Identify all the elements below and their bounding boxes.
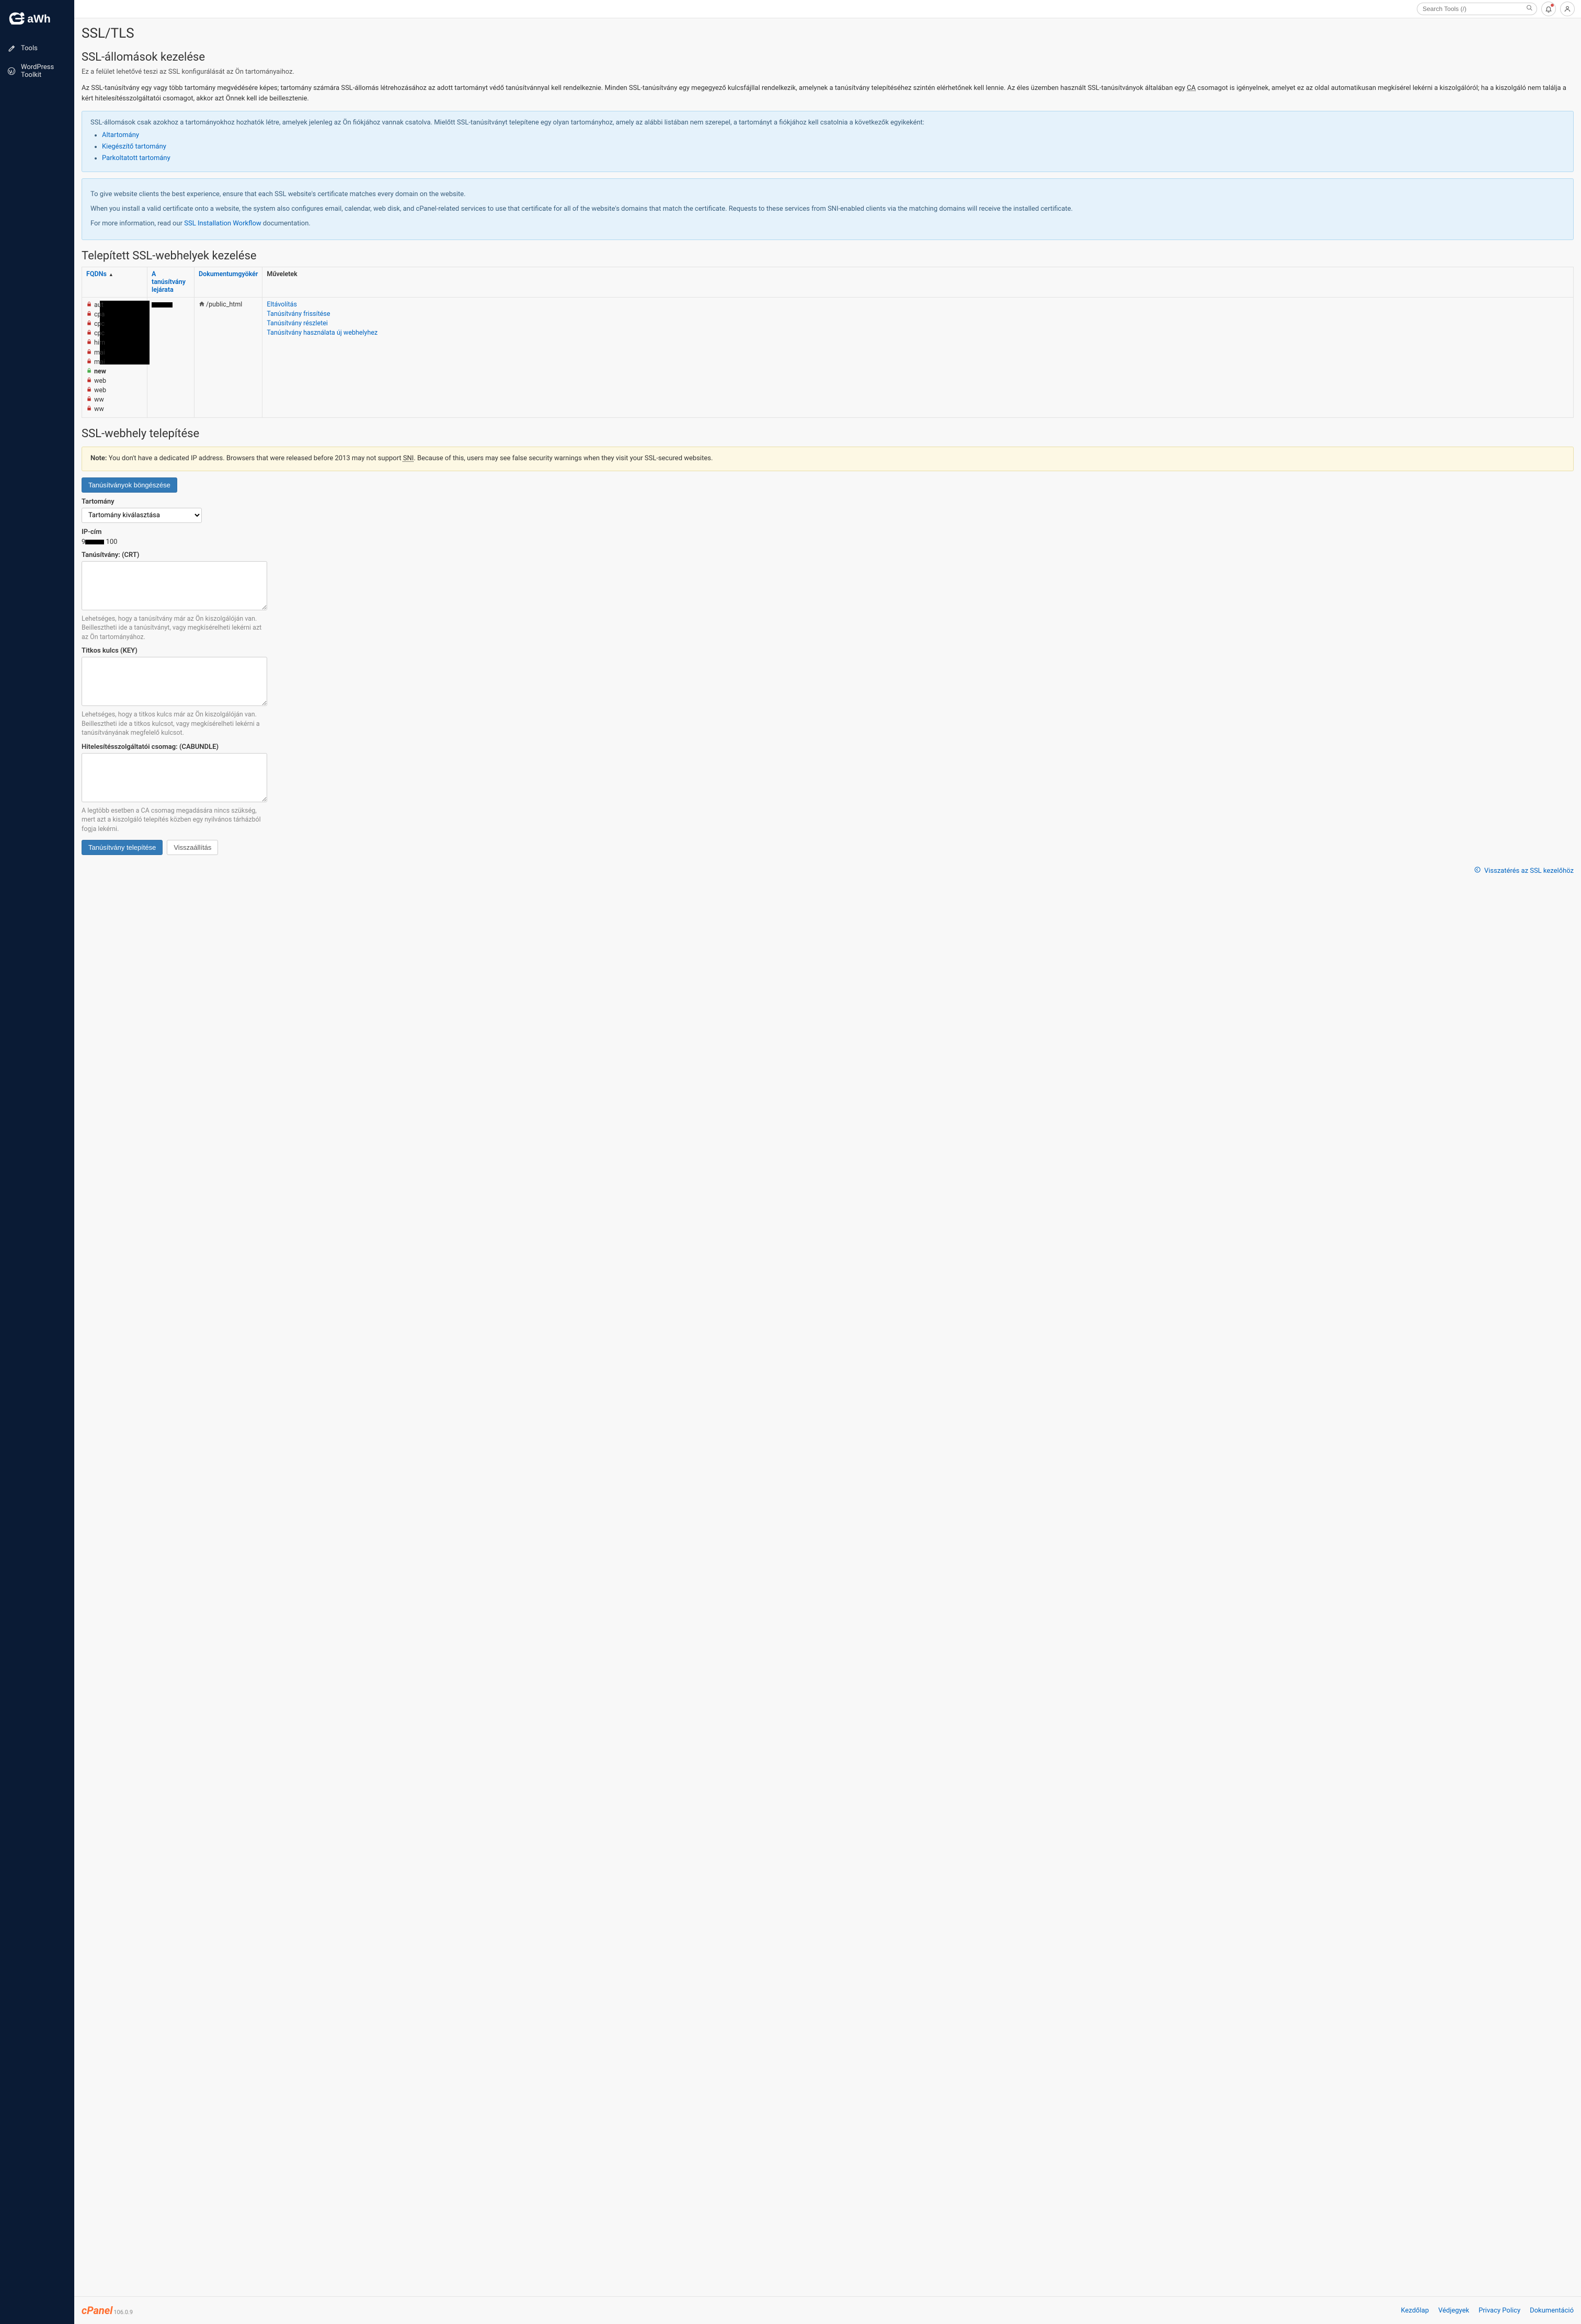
reset-button[interactable]: Visszaállítás <box>167 840 218 855</box>
fqdn-entry: web <box>86 377 143 386</box>
sidebar-item-label: WordPress Toolkit <box>21 63 67 79</box>
notification-dot <box>1551 4 1554 7</box>
col-expiry[interactable]: A tanúsítvány lejárata <box>147 267 194 297</box>
lock-icon <box>86 310 92 320</box>
search-icon[interactable] <box>1526 5 1533 14</box>
key-help: Lehetséges, hogy a titkos kulcs már az Ö… <box>82 710 270 738</box>
manage-description: Ez a felület lehetővé teszi az SSL konfi… <box>82 68 1574 76</box>
sidebar-item-label: Tools <box>21 44 38 52</box>
ca-abbr: CA <box>1187 84 1196 92</box>
fqdn-entry: mai <box>86 348 143 358</box>
cabundle-textarea[interactable] <box>82 753 267 802</box>
footer-link-trademarks[interactable]: Védjegyek <box>1438 2307 1469 2315</box>
footer-link-privacy[interactable]: Privacy Policy <box>1479 2307 1520 2315</box>
domain-label: Tartomány <box>82 498 1574 506</box>
ssl-workflow-link[interactable]: SSL Installation Workflow <box>184 220 261 227</box>
lock-icon <box>86 386 92 395</box>
cabundle-label: Hitelesítésszolgáltatói csomag: (CABUNDL… <box>82 743 1574 751</box>
topbar <box>74 0 1581 18</box>
brand-logo: aWh <box>0 0 74 39</box>
footer-link-home[interactable]: Kezdőlap <box>1401 2307 1429 2315</box>
sidebar: aWh Tools WordPress Toolkit <box>0 0 74 2324</box>
fqdn-entry: cpc <box>86 329 143 338</box>
info-alert-workflow: To give website clients the best experie… <box>82 178 1574 240</box>
sidebar-item-wordpress[interactable]: WordPress Toolkit <box>0 58 74 84</box>
sidebar-item-tools[interactable]: Tools <box>0 39 74 58</box>
svg-text:aWh: aWh <box>27 13 50 25</box>
fqdn-entry: cpc <box>86 320 143 329</box>
tools-icon <box>7 44 16 53</box>
sni-warning: Note: You don't have a dedicated IP addr… <box>82 447 1574 471</box>
col-fqdn[interactable]: FQDNs▲ <box>82 267 147 297</box>
lock-icon <box>86 358 92 367</box>
search-wrap <box>1417 3 1537 15</box>
action-update-cert[interactable]: Tanúsítvány frissítése <box>267 310 1569 318</box>
user-icon <box>1564 5 1571 13</box>
install-cert-button[interactable]: Tanúsítvány telepítése <box>82 840 163 855</box>
lock-icon <box>86 301 92 310</box>
fqdn-entry: aut <box>86 301 143 310</box>
col-actions: Műveletek <box>262 267 1574 297</box>
fqdn-entry: ww <box>86 395 143 405</box>
home-icon <box>199 301 205 307</box>
user-menu-button[interactable] <box>1560 2 1575 16</box>
browse-certificates-button[interactable]: Tanúsítványok böngészése <box>82 477 177 493</box>
action-use-cert-new-site[interactable]: Tanúsítvány használata új webhelyhez <box>267 329 1569 337</box>
col-docroot[interactable]: Dokumentumgyökér <box>194 267 262 297</box>
fqdn-entry: new <box>86 367 143 377</box>
lock-icon <box>86 367 92 377</box>
lock-icon <box>86 329 92 338</box>
section-manage-hosts: SSL-állomások kezelése <box>82 51 1574 64</box>
ip-value: 9 100 <box>82 538 1574 546</box>
subdomain-link[interactable]: Altartomány <box>102 131 139 139</box>
redacted-expiry <box>152 302 173 307</box>
sni-abbr: SNI <box>403 454 414 462</box>
section-install-ssl: SSL-webhely telepítése <box>82 427 1574 440</box>
table-row: autcpacpccpchirnmaimainewwebwebwwww /pub… <box>82 297 1574 418</box>
info-alert-domains: SSL-állomások csak azokhoz a tartományok… <box>82 111 1574 172</box>
crt-label: Tanúsítvány: (CRT) <box>82 551 1574 559</box>
section-installed-sites: Telepített SSL-webhelyek kezelése <box>82 249 1574 263</box>
cabundle-help: A legtöbb esetben a CA csomag megadására… <box>82 806 270 834</box>
page-title: SSL/TLS <box>82 26 1574 41</box>
fqdn-entry: mai <box>86 358 143 367</box>
ssl-explanation: Az SSL-tanúsítvány egy vagy több tartomá… <box>82 83 1574 104</box>
lock-icon <box>86 395 92 405</box>
footer-link-docs[interactable]: Dokumentáció <box>1530 2307 1574 2315</box>
domain-select[interactable]: Tartomány kiválasztása <box>82 508 202 523</box>
lock-icon <box>86 338 92 348</box>
fqdn-entry: cpa <box>86 310 143 320</box>
parked-domain-link[interactable]: Parkoltatott tartomány <box>102 154 170 162</box>
action-remove[interactable]: Eltávolítás <box>267 301 1569 309</box>
fqdn-entry: web <box>86 386 143 395</box>
notifications-button[interactable] <box>1541 2 1556 16</box>
back-to-ssl-manager-link[interactable]: Visszatérés az SSL kezelőhöz <box>1484 867 1574 875</box>
lock-icon <box>86 348 92 358</box>
cpanel-logo: cPanel106.0.9 <box>82 2304 133 2317</box>
key-label: Titkos kulcs (KEY) <box>82 647 1574 655</box>
addon-domain-link[interactable]: Kiegészítő tartomány <box>102 143 166 151</box>
back-arrow-icon <box>1474 867 1482 875</box>
key-textarea[interactable] <box>82 657 267 706</box>
installed-ssl-table: FQDNs▲ A tanúsítvány lejárata Dokumentum… <box>82 267 1574 418</box>
lock-icon <box>86 320 92 329</box>
lock-icon <box>86 405 92 414</box>
sort-indicator-icon: ▲ <box>109 272 113 278</box>
crt-textarea[interactable] <box>82 561 267 610</box>
crt-help: Lehetséges, hogy a tanúsítvány már az Ön… <box>82 614 270 642</box>
wordpress-icon <box>7 67 16 75</box>
docroot-cell: /public_html <box>194 297 262 418</box>
fqdn-entry: ww <box>86 405 143 414</box>
lock-icon <box>86 377 92 386</box>
fqdn-entry: hirn <box>86 338 143 348</box>
ip-label: IP-cím <box>82 528 1574 536</box>
action-cert-details[interactable]: Tanúsítvány részletei <box>267 320 1569 327</box>
footer: cPanel106.0.9 Kezdőlap Védjegyek Privacy… <box>74 2296 1581 2324</box>
search-input[interactable] <box>1417 3 1537 15</box>
